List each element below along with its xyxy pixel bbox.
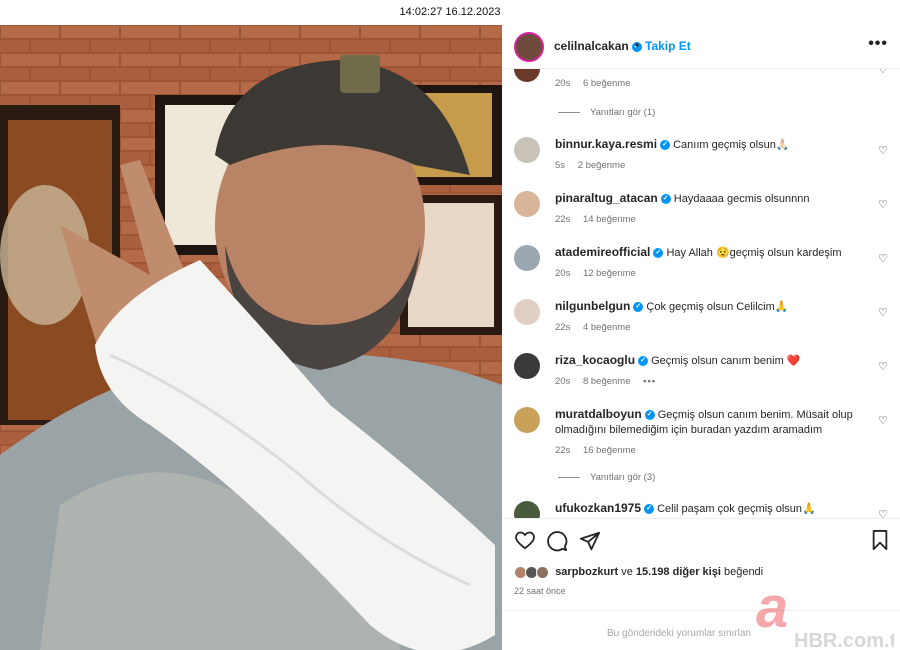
comments-list[interactable]: 20s 6 beğenme ♡ Yanıtları gör (1) binnur… [502, 69, 900, 518]
hbr-watermark-logo: a HBR.com.tr [754, 575, 900, 650]
comment-time: 22s [555, 445, 571, 456]
post-side-panel: celilnalcakan ✓ • Takip Et ••• 20s 6 beğe… [502, 25, 900, 650]
send-icon[interactable] [579, 530, 601, 557]
commenter-avatar[interactable] [514, 353, 540, 379]
commenter-avatar[interactable] [514, 69, 540, 82]
commenter-username[interactable]: pinaraltug_atacan ✓ [555, 191, 671, 205]
post-photo[interactable] [0, 25, 502, 650]
replies-line [558, 111, 580, 113]
comment-likes-count[interactable]: 2 beğenme [578, 160, 626, 171]
commenter-avatar[interactable] [514, 501, 540, 518]
comment-text: Çok geçmiş olsun Celilcim🙏 [646, 301, 789, 313]
comment-time: 22s [555, 214, 571, 225]
watermark-text: HBR.com.tr [794, 630, 894, 650]
comment-time: 20s [555, 268, 571, 279]
comment-like-icon[interactable]: ♡ [878, 252, 888, 265]
post-photo-drawing [0, 25, 502, 650]
commenter-username[interactable]: atademireofficial ✓ [555, 245, 664, 259]
verified-badge-icon: ✓ [644, 409, 655, 420]
comment-text: Haydaaaa gecmis olsunnnn [673, 193, 810, 205]
replies-line [558, 476, 580, 478]
comment-likes-count[interactable]: 8 beğenme [583, 376, 631, 387]
comment-meta: 22s 14 beğenme [555, 212, 870, 227]
comment-likes-count[interactable]: 4 beğenme [583, 322, 631, 333]
comment-time: 5s [555, 160, 566, 171]
comment-time: 20s [555, 376, 571, 387]
verified-badge-icon: ✓ [660, 193, 671, 204]
likes-connector: ve [621, 566, 633, 579]
comment-like-icon[interactable]: ♡ [878, 69, 888, 76]
view-replies-button[interactable]: Yanıtları gör (3) [558, 472, 655, 483]
comment-text: Hay Allah 😟geçmiş olsun kardeşim [666, 247, 842, 259]
comment-meta: 22s 4 beğenme [555, 320, 870, 335]
author-username[interactable]: celilnalcakan ✓ [554, 39, 642, 53]
others-likes-link[interactable]: 15.198 diğer kişi [636, 566, 721, 578]
commenter-avatar[interactable] [514, 137, 540, 163]
commenter-username[interactable]: ufukozkan1975 ✓ [555, 501, 655, 515]
follow-button[interactable]: Takip Et [645, 39, 691, 53]
comment-likes-count[interactable]: 12 beğenme [583, 268, 636, 279]
comment-likes-count[interactable]: 16 beğenme [583, 445, 636, 456]
verified-badge-icon: ✓ [633, 301, 644, 312]
liker-username[interactable]: sarpbozkurt [555, 566, 618, 578]
commenter-username[interactable]: nilgunbelgun ✓ [555, 299, 644, 313]
view-replies-button[interactable]: Yanıtları gör (1) [558, 107, 655, 118]
liker-avatar[interactable] [536, 566, 550, 579]
capture-timestamp: 14:02:27 16.12.2023 [399, 6, 501, 18]
comment-like-icon[interactable]: ♡ [878, 360, 888, 373]
comment-like-icon[interactable]: ♡ [878, 414, 888, 427]
comment-likes-count[interactable]: 6 beğenme [583, 78, 631, 89]
commenter-avatar[interactable] [514, 245, 540, 271]
post-time-ago[interactable]: 22 saat önce [514, 586, 566, 596]
comment-meta: 22s 16 beğenme [555, 443, 870, 458]
likes-summary: sarpbozkurt ve 15.198 diğer kişi beğendi [514, 566, 763, 579]
post-actions-bar [502, 518, 900, 562]
post-header: celilnalcakan ✓ • Takip Et ••• [502, 25, 900, 69]
verified-badge-icon: ✓ [653, 247, 664, 258]
commenter-username[interactable]: muratdalboyun ✓ [555, 407, 655, 421]
comments-limited-text: Bu gönderideki yorumlar sınırlan [607, 628, 751, 639]
heart-outline-icon[interactable] [514, 530, 536, 555]
comment-like-icon[interactable]: ♡ [878, 508, 888, 518]
comment-like-icon[interactable]: ♡ [878, 306, 888, 319]
separator-dot: • [635, 38, 640, 52]
comment-text: Celil paşam çok geçmiş olsun🙏 [657, 503, 816, 515]
screen-top-bar: 14:02:27 16.12.2023 [0, 0, 900, 25]
comment-like-icon[interactable]: ♡ [878, 144, 888, 157]
commenter-username[interactable]: riza_kocaoglu ✓ [555, 353, 649, 367]
more-options-icon[interactable]: ••• [868, 35, 888, 53]
comment-meta: 20s 6 beğenme [555, 76, 870, 91]
commenter-username[interactable]: binnur.kaya.resmi ✓ [555, 137, 671, 151]
commenter-avatar[interactable] [514, 407, 540, 433]
comment-text: Canıım geçmiş olsun🙏🏻 [673, 139, 790, 151]
verified-badge-icon: ✓ [660, 139, 671, 150]
comment-like-icon[interactable]: ♡ [878, 198, 888, 211]
commenter-avatar[interactable] [514, 191, 540, 217]
comment-meta: 5s 2 beğenme [555, 158, 870, 173]
comment-time: 22s [555, 322, 571, 333]
verified-badge-icon: ✓ [644, 503, 655, 514]
commenter-avatar[interactable] [514, 299, 540, 325]
verified-badge-icon: ✓ [638, 355, 649, 366]
comment-time: 20s [555, 78, 571, 89]
svg-text:a: a [756, 577, 788, 640]
comment-options-icon[interactable]: ••• [643, 376, 656, 387]
comment-meta: 20s 12 beğenme [555, 266, 870, 281]
comment-text: Geçmiş olsun canım benim ❤️ [651, 355, 801, 367]
comment-meta: 20s 8 beğenme ••• [555, 374, 870, 389]
bookmark-icon[interactable] [871, 530, 889, 555]
author-avatar[interactable] [514, 32, 544, 62]
comment-likes-count[interactable]: 14 beğenme [583, 214, 636, 225]
comment-icon[interactable] [546, 530, 568, 557]
